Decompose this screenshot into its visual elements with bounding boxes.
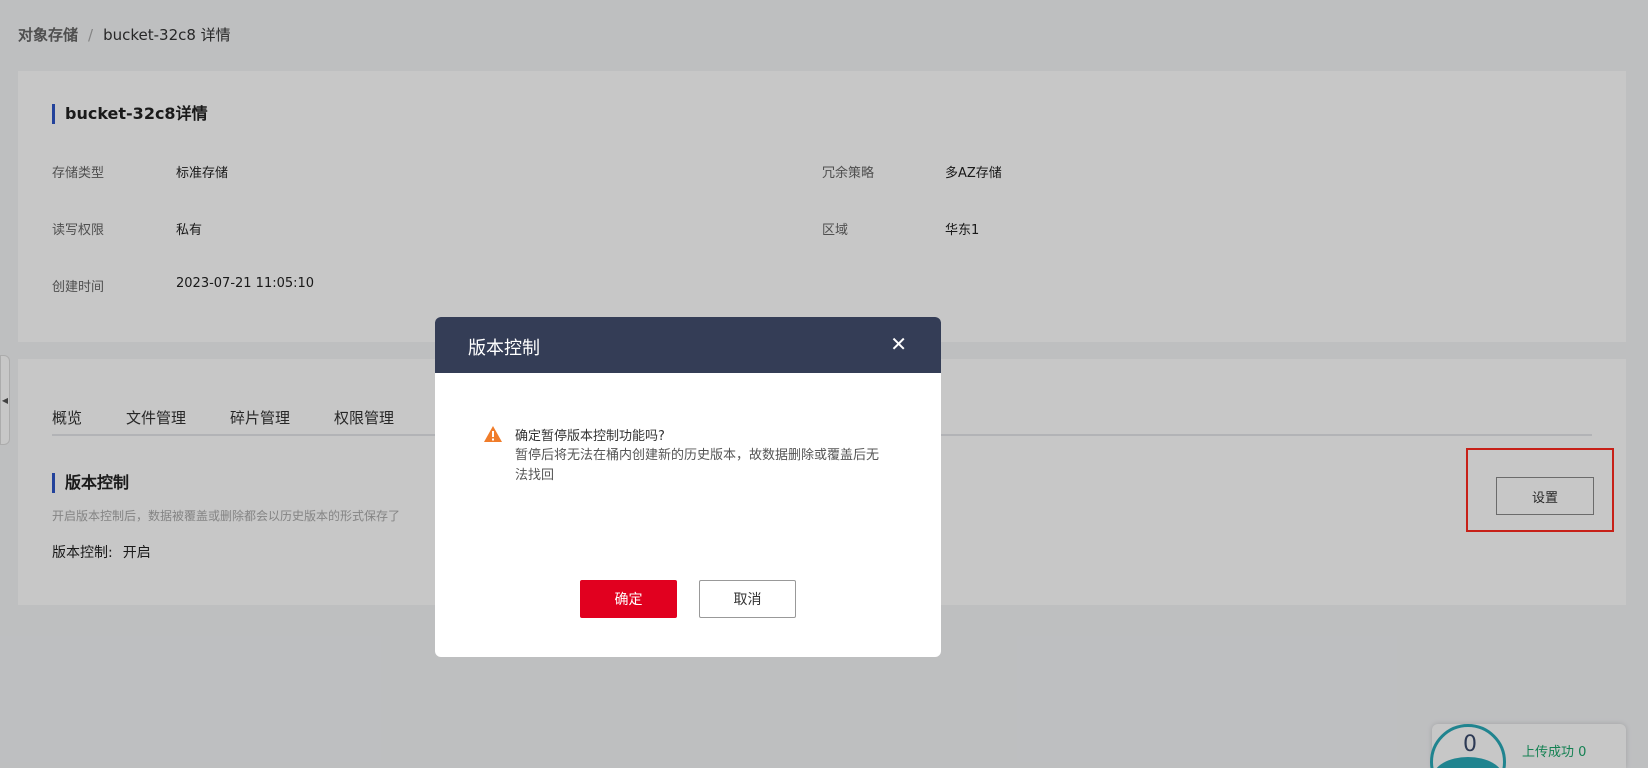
dialog-header: 版本控制 ✕ [435, 317, 941, 373]
dialog-title: 版本控制 [468, 338, 540, 359]
close-icon[interactable]: ✕ [890, 332, 907, 356]
dialog-question: 确定暂停版本控制功能吗? [515, 429, 665, 444]
cancel-button[interactable]: 取消 [699, 580, 796, 618]
confirm-button[interactable]: 确定 [580, 580, 677, 618]
version-control-dialog: 版本控制 ✕ 确定暂停版本控制功能吗? 暂停后将无法在桶内创建新的历史版本，故数… [435, 317, 941, 657]
warning-icon [484, 426, 502, 442]
dialog-detail: 暂停后将无法在桶内创建新的历史版本，故数据删除或覆盖后无法找回 [515, 448, 880, 483]
upload-count: 0 [1463, 732, 1477, 757]
